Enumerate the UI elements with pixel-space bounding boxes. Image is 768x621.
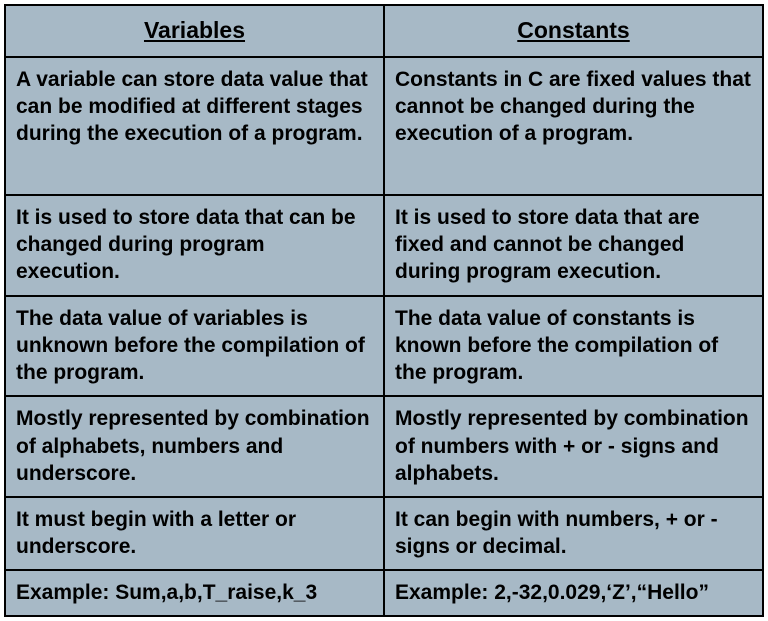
cell-variables: Mostly represented by combination of alp… <box>5 396 384 497</box>
cell-constants: It can begin with numbers, + or - signs … <box>384 497 763 570</box>
cell-variables: Example: Sum,a,b,T_raise,k_3 <box>5 570 384 616</box>
table-row: It must begin with a letter or underscor… <box>5 497 763 570</box>
cell-constants: Mostly represented by combination of num… <box>384 396 763 497</box>
table-row: It is used to store data that can be cha… <box>5 195 763 296</box>
cell-variables: It is used to store data that can be cha… <box>5 195 384 296</box>
cell-constants: It is used to store data that are fixed … <box>384 195 763 296</box>
table-row: Example: Sum,a,b,T_raise,k_3 Example: 2,… <box>5 570 763 616</box>
cell-variables: A variable can store data value that can… <box>5 57 384 195</box>
header-variables: Variables <box>5 5 384 57</box>
table-row: A variable can store data value that can… <box>5 57 763 195</box>
cell-variables: It must begin with a letter or underscor… <box>5 497 384 570</box>
header-row: Variables Constants <box>5 5 763 57</box>
header-constants: Constants <box>384 5 763 57</box>
header-variables-label: Variables <box>144 17 245 43</box>
header-constants-label: Constants <box>517 17 629 43</box>
table-row: The data value of variables is unknown b… <box>5 296 763 397</box>
cell-constants: The data value of constants is known bef… <box>384 296 763 397</box>
table-container: Variables Constants A variable can store… <box>0 0 768 621</box>
cell-variables: The data value of variables is unknown b… <box>5 296 384 397</box>
cell-constants: Example: 2,-32,0.029,‘Z’,“Hello” <box>384 570 763 616</box>
comparison-table: Variables Constants A variable can store… <box>4 4 764 617</box>
table-row: Mostly represented by combination of alp… <box>5 396 763 497</box>
cell-constants: Constants in C are fixed values that can… <box>384 57 763 195</box>
